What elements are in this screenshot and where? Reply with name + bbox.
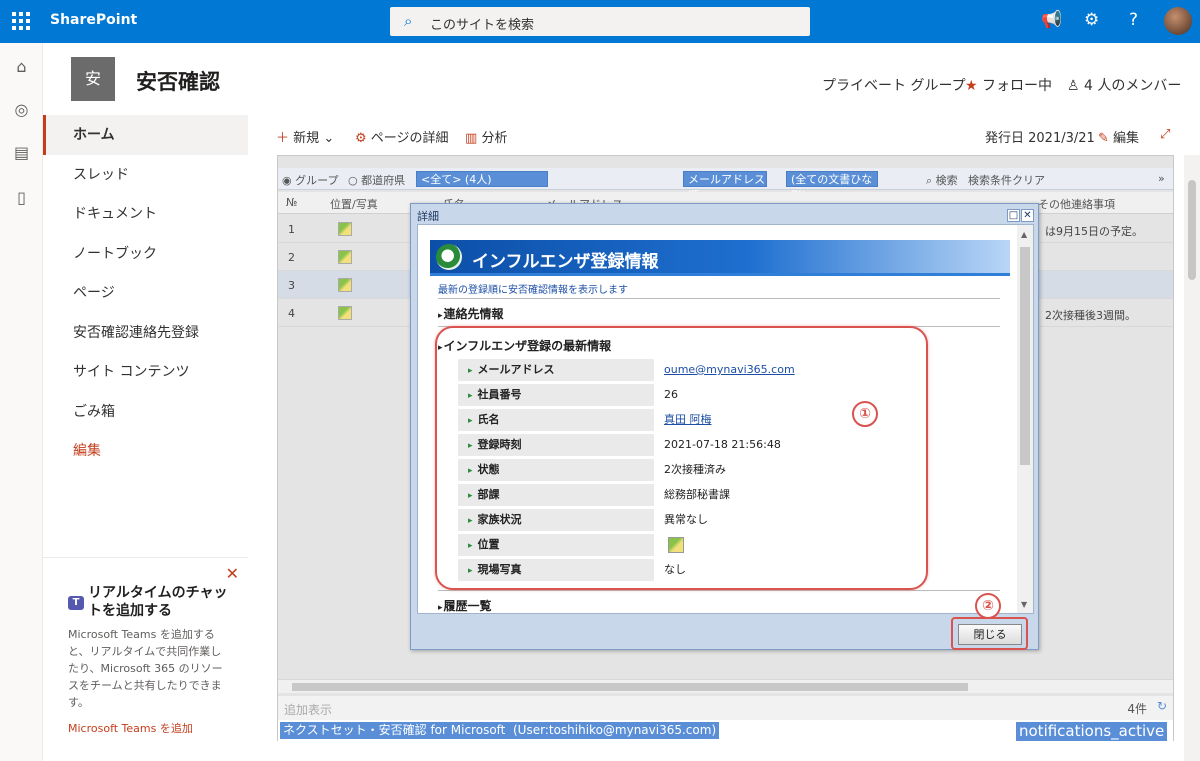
dialog-title: 詳細 [417,210,439,223]
person-icon: ♙ [1067,78,1080,94]
megaphone-icon[interactable]: 📢 [1041,10,1062,30]
search-icon: ⌕ [404,12,413,30]
template-select[interactable]: (全ての文書ひな形) [786,171,878,202]
nav-item-contact-registration[interactable]: 安否確認連絡先登録 [43,313,248,353]
map-icon[interactable] [338,278,352,292]
user-info: (User:toshihiko@mynavi365.com) [510,722,720,739]
teams-card-title: リアルタイムのチャットを追加する [88,585,228,619]
nav-item-notebook[interactable]: ノートブック [43,234,248,274]
expand-icon[interactable]: ⤢ [1160,127,1170,142]
record-count: 4件 [1127,702,1147,716]
banner: インフルエンザ登録情報 [430,240,1010,276]
close-icon[interactable]: ✕ [1021,209,1034,222]
status-bar: ネクストセット・安否確認 for Microsoft 365 (User:tos… [278,720,1173,741]
published-date: 発行日 2021/3/21 [985,131,1095,146]
avatar[interactable] [1164,7,1192,35]
follow-label: フォロー中 [982,78,1053,94]
nav-item-documents[interactable]: ドキュメント [43,194,248,234]
page-details-button[interactable]: ⚙ ページの詳細 [355,127,449,146]
analytics-label: 分析 [481,131,508,146]
suite-bar: SharePoint ⌕ このサイトを検索 📢 ⚙ ? [0,0,1200,43]
nav-item-pages[interactable]: ページ [43,273,248,313]
chevron-down-icon: ⌄ [323,131,335,146]
help-icon[interactable]: ? [1129,10,1138,30]
col-header[interactable]: その他連絡事項 [1038,196,1115,212]
map-icon[interactable] [338,250,352,264]
search-icon: ⌕ [926,174,933,187]
close-icon[interactable]: ✕ [226,564,239,583]
plus-icon: ＋ [276,131,290,146]
teams-icon: T [68,596,84,610]
callout-number-1: ① [852,401,878,427]
search-box[interactable]: ⌕ このサイトを検索 [390,7,810,36]
col-header[interactable]: № [286,196,297,209]
app-launcher-icon[interactable] [12,12,30,30]
star-icon: ★ [965,78,978,94]
edit-label: 編集 [1113,131,1140,146]
prefecture-radio[interactable]: ○ 都道府県 [348,172,405,188]
new-button[interactable]: ＋ 新規 ⌄ [276,127,334,146]
command-bar: ＋ 新規 ⌄ ⚙ ページの詳細 ▥ 分析 発行日 2021/3/21 ✎ 編集 … [248,115,1200,155]
group-type: プライベート グループ [822,78,966,94]
teams-card-description: Microsoft Teams を追加すると、リアルタイムで共同作業したり、Mi… [68,628,223,709]
home-icon[interactable]: ⌂ [12,57,31,76]
page-scrollbar[interactable] [1184,155,1200,761]
map-icon[interactable] [338,222,352,236]
nav-item-home[interactable]: ホーム [43,115,248,155]
section-contact[interactable]: 連絡先情報 [438,305,504,322]
maximize-icon[interactable]: □ [1007,209,1020,222]
gear-icon[interactable]: ⚙ [1084,10,1099,30]
clear-search-button[interactable]: 検索条件クリア [968,172,1045,188]
app-name: ネクストセット・安否確認 for Microsoft 365 [280,722,536,739]
group-radio[interactable]: ◉ グループ [282,172,338,188]
dialog-scrollbar[interactable]: ▲ ▼ [1017,225,1033,613]
document-icon[interactable]: ▯ [12,188,31,207]
col-header[interactable]: 位置/写真 [330,196,378,212]
section-history[interactable]: 履歴一覧 [438,597,492,613]
search-button[interactable]: ⌕ 検索 [926,172,958,188]
close-button[interactable]: 閉じる [958,624,1022,645]
page-details-label: ページの詳細 [370,131,449,146]
scroll-up-icon[interactable]: ▲ [1021,230,1027,239]
nav-item-edit[interactable]: 編集 [43,431,248,471]
teams-promo-card: ✕ T リアルタイムのチャットを追加する Microsoft Teams を追加… [43,557,248,761]
edit-button[interactable]: ✎ 編集 [1098,127,1139,146]
app-toolbar: ◉ グループ ○ 都道府県 <全て> (4人) メールアドレス順 (全ての文書ひ… [278,168,1173,202]
callout-frame [435,326,928,590]
expand-chevron-icon[interactable]: » [1158,172,1165,185]
app-logo-icon [436,244,462,270]
chart-icon: ▥ [465,131,478,146]
gear-icon: ⚙ [355,131,367,146]
search-input[interactable]: このサイトを検索 [430,14,534,33]
add-teams-link[interactable]: Microsoft Teams を追加 [68,720,193,736]
sort-select[interactable]: メールアドレス順 [683,171,767,202]
analytics-button[interactable]: ▥ 分析 [465,127,507,146]
members-label: 4 人のメンバー [1084,78,1182,94]
callout-number-2: ② [975,593,1001,619]
nav-item-recycle-bin[interactable]: ごみ箱 [43,392,248,432]
dialog-note: 最新の登録順に安否確認情報を表示します [438,285,628,296]
grid-footer: 追加表示 4件 ↻ [278,696,1173,720]
refresh-icon[interactable]: ↻ [1157,699,1167,713]
horizontal-scrollbar[interactable] [278,679,1173,693]
map-icon[interactable] [338,306,352,320]
app-rail: ⌂ ◎ ▤ ▯ [0,43,43,761]
follow-button[interactable]: ★ フォロー中 [965,75,1052,95]
news-icon[interactable]: ▤ [12,143,31,162]
site-logo[interactable]: 安 [71,57,115,101]
scroll-down-icon[interactable]: ▼ [1021,600,1027,609]
members-button[interactable]: ♙ 4 人のメンバー [1067,75,1181,95]
pencil-icon: ✎ [1098,131,1109,146]
member-filter-select[interactable]: <全て> (4人) [416,171,548,187]
site-title[interactable]: 安否確認 [136,66,220,96]
nav-item-threads[interactable]: スレッド [43,155,248,195]
globe-icon[interactable]: ◎ [12,100,31,119]
brand-name[interactable]: SharePoint [50,12,137,28]
notifications-icon[interactable]: notifications_active [1016,722,1168,741]
banner-title: インフルエンザ登録情報 [472,252,659,272]
load-more-link[interactable]: 追加表示 [284,701,332,718]
new-label: 新規 [293,131,320,146]
nav-item-site-contents[interactable]: サイト コンテンツ [43,352,248,392]
